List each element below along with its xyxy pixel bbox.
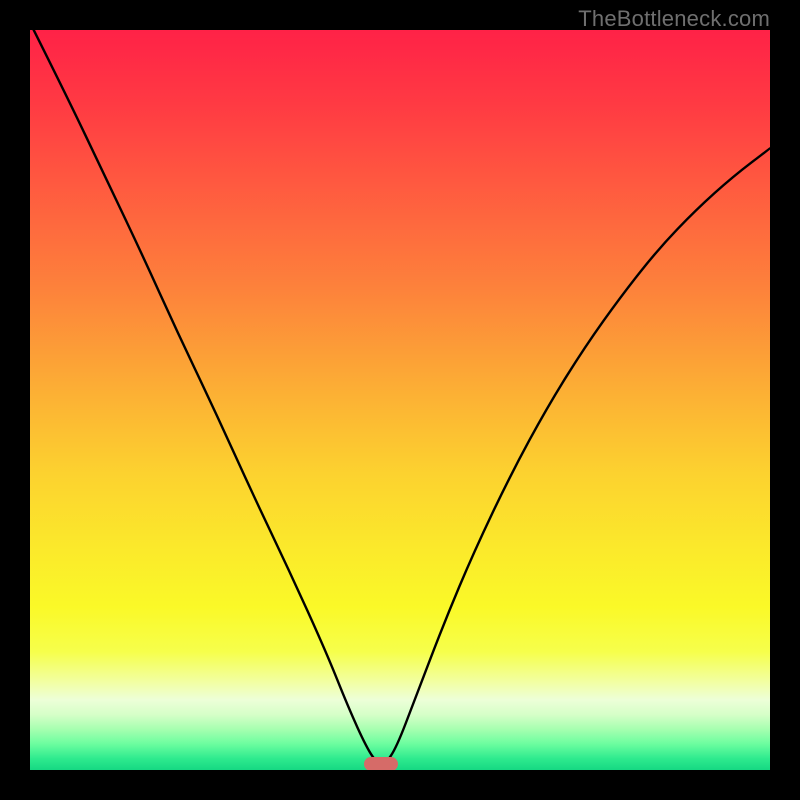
chart-frame: TheBottleneck.com <box>0 0 800 800</box>
background-gradient <box>30 30 770 770</box>
plot-area <box>30 30 770 770</box>
watermark-text: TheBottleneck.com <box>578 6 770 32</box>
optimal-marker <box>364 757 398 770</box>
